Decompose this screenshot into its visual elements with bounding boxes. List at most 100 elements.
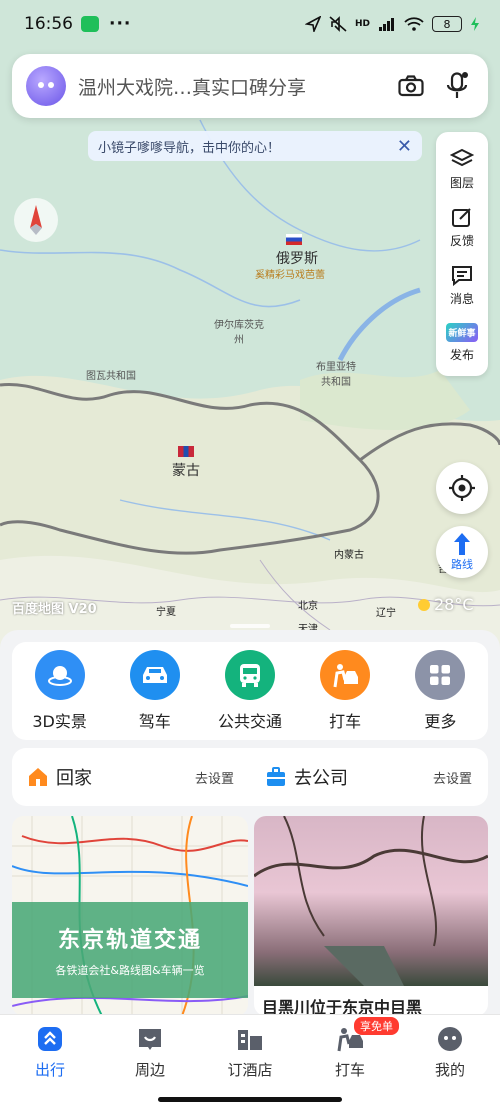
taxi-icon [320, 650, 371, 700]
map-label-buryatia: 布里亚特 共和国 [316, 362, 356, 388]
status-more: ··· [109, 14, 132, 34]
home-work-shortcuts: 回家 去设置 去公司 去设置 [12, 748, 488, 806]
map-label-russia: 俄罗斯 [276, 251, 318, 267]
quick-3d-button[interactable]: 3D实景 [15, 650, 105, 732]
hotel-icon [236, 1025, 264, 1053]
card1-subtitle: 各铁道会社&路线图&车辆一览 [55, 964, 205, 977]
status-icons: HD 8 [304, 16, 480, 32]
sun-icon [418, 598, 430, 611]
quick-drive-label: 驾车 [138, 712, 171, 731]
feedback-icon [451, 207, 471, 227]
taxi-promo-badge: 享免单 [354, 1017, 399, 1035]
home-set-link[interactable]: 去设置 [195, 768, 234, 787]
layers-button[interactable]: 图层 [449, 140, 474, 198]
quick-transit-button[interactable]: 公共交通 [205, 650, 295, 732]
map-logo: 百度地图 V20 [12, 602, 97, 617]
wifi-icon [404, 17, 424, 31]
tab-travel[interactable]: 出行 [0, 1015, 100, 1111]
weather-widget[interactable]: 28°C [418, 595, 474, 614]
status-time: 16:56 [24, 14, 73, 34]
home-icon [29, 768, 47, 786]
layers-label: 图层 [449, 175, 474, 190]
compass-icon[interactable] [14, 198, 58, 242]
tab-travel-label: 出行 [34, 1061, 65, 1079]
status-bar: 16:56 ··· HD 8 [0, 0, 500, 48]
publish-icon: 新鲜事 [446, 323, 478, 342]
signal-icon [379, 18, 394, 31]
hd-label: HD [354, 19, 370, 29]
tab-hotel-label: 订酒店 [227, 1061, 273, 1079]
quick-actions: 3D实景 驾车 公共交通 打车 更多 [12, 642, 488, 740]
charging-icon [471, 17, 479, 31]
route-arrow-icon [454, 533, 470, 555]
feedback-button[interactable]: 反馈 [450, 198, 474, 256]
close-icon[interactable]: ✕ [397, 136, 412, 157]
mic-icon[interactable] [440, 69, 474, 103]
work-shortcut[interactable]: 去公司 去设置 [250, 764, 488, 790]
profile-icon [436, 1025, 464, 1053]
publish-button[interactable]: 新鲜事 发布 [446, 314, 478, 372]
car-icon [129, 650, 180, 700]
search-bar[interactable]: 温州大戏院…真实口碑分享 [12, 54, 488, 118]
home-shortcut[interactable]: 回家 去设置 [12, 764, 250, 790]
work-set-link[interactable]: 去设置 [433, 768, 472, 787]
mongolia-flag-icon [178, 446, 194, 457]
quick-3d-label: 3D实景 [32, 712, 87, 731]
search-input[interactable]: 温州大戏院…真实口碑分享 [78, 73, 394, 100]
3d-globe-icon [34, 650, 85, 700]
assistant-avatar-icon[interactable] [26, 66, 66, 106]
card1-title: 东京轨道交通 [57, 928, 202, 953]
route-button[interactable]: 路线 [436, 526, 488, 578]
message-button[interactable]: 消息 [450, 256, 474, 314]
camera-icon[interactable] [394, 69, 428, 103]
tab-profile-label: 我的 [434, 1061, 465, 1079]
mute-icon [329, 16, 347, 32]
map-label-liaoning: 辽宁 [376, 608, 396, 619]
quick-taxi-label: 打车 [329, 712, 362, 731]
home-label: 回家 [56, 768, 92, 789]
battery-indicator: 8 [432, 16, 462, 32]
locate-me-button[interactable] [436, 462, 488, 514]
map-view[interactable]: 俄罗斯 奚精彩马戏芭蕾 伊尔库茨克 州 布里亚特 共和国 图瓦共和国 蒙古 内蒙… [0, 0, 500, 660]
weather-temp: 28°C [434, 595, 474, 614]
map-label-beijing: 北京 [298, 601, 318, 612]
map-label-ningxia: 宁夏 [156, 607, 176, 618]
navigation-tip-banner[interactable]: 小镜子嗲嗲导航，击中你的心！ ✕ [88, 131, 422, 161]
quick-drive-button[interactable]: 驾车 [110, 650, 200, 732]
grid-icon [415, 650, 466, 700]
publish-label: 发布 [449, 348, 474, 362]
quick-more-label: 更多 [424, 712, 457, 731]
quick-taxi-button[interactable]: 打车 [300, 650, 390, 732]
quick-more-button[interactable]: 更多 [395, 650, 485, 732]
tip-text: 小镜子嗲嗲导航，击中你的心！ [98, 140, 281, 156]
layers-icon [449, 148, 474, 166]
tab-nearby-label: 周边 [134, 1061, 165, 1079]
home-indicator [158, 1097, 342, 1102]
tab-profile[interactable]: 我的 [400, 1015, 500, 1111]
map-label-irkutsk: 伊尔库茨克 州 [214, 320, 264, 346]
map-label-tuva: 图瓦共和国 [86, 371, 136, 382]
sheet-drag-handle[interactable] [230, 624, 270, 628]
work-label: 去公司 [294, 768, 348, 789]
cherry-blossom-photo [254, 816, 488, 986]
map-tool-panel: 图层 反馈 消息 新鲜事 发布 [436, 132, 488, 376]
map-label-mongolia: 蒙古 [172, 463, 200, 479]
travel-icon [36, 1025, 64, 1053]
location-arrow-icon [304, 16, 321, 32]
card2-caption: 目黑川位于东京中目黑 [262, 998, 423, 1016]
message-icon [451, 265, 472, 286]
feedback-label: 反馈 [449, 233, 474, 248]
map-label-neimenggu: 内蒙古 [334, 550, 364, 561]
nearby-icon [136, 1025, 164, 1053]
message-label: 消息 [449, 291, 474, 306]
feed-card-tokyo-rail[interactable]: 东京轨道交通 各铁道会社&路线图&车辆一览 [12, 816, 248, 1016]
briefcase-icon [267, 767, 285, 786]
feed-card-meguro-river[interactable]: 目黑川位于东京中目黑 [254, 816, 488, 1016]
bus-icon [224, 650, 275, 700]
wechat-icon [81, 16, 99, 32]
tab-taxi-label: 打车 [334, 1061, 365, 1079]
card1-banner: 东京轨道交通 各铁道会社&路线图&车辆一览 [12, 902, 248, 998]
russia-flag-icon [286, 234, 302, 245]
locate-icon [449, 475, 475, 501]
quick-transit-label: 公共交通 [217, 712, 282, 731]
